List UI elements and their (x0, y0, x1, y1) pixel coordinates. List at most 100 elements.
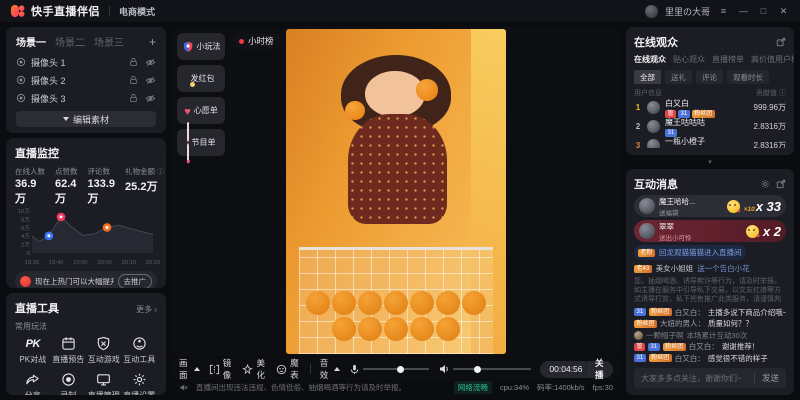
send-button[interactable]: 发送 (754, 372, 779, 384)
chat-input-row: 发送 (634, 368, 786, 388)
tools-more-link[interactable]: 更多 › (136, 304, 157, 315)
right-sidebar: 在线观众 在线观众贴心观众直播榜单高价值用户榜 全部送礼评论观看时长 用户信息 … (626, 27, 794, 395)
pk-icon: PK (26, 336, 40, 351)
speaker-icon[interactable] (438, 363, 450, 375)
scene-tab[interactable]: 场景三 (94, 34, 124, 49)
speaker-mute-icon (179, 383, 188, 392)
promote-button[interactable]: 去推广 (118, 274, 153, 289)
stage-button-shield[interactable]: 小玩法 (177, 33, 225, 60)
viewers-tab[interactable]: 在线观众 (634, 54, 666, 65)
camera-source-row[interactable]: 摄像头 2 (6, 71, 166, 89)
lock-icon[interactable] (129, 57, 138, 67)
viewer-enter-notice: 老粉 回龙观猫猫猫进入直播间 (634, 245, 746, 260)
monitor-stat: 在线人数36.9万 (15, 166, 45, 206)
gifter-name: 翠翠 (659, 221, 692, 232)
maximize-icon[interactable]: □ (757, 6, 770, 16)
monitor-stat: 点赞数62.4万 (55, 166, 78, 206)
scene-tab[interactable]: 场景一 (16, 34, 46, 49)
popout-icon[interactable] (776, 37, 786, 47)
online-viewers-panel: 在线观众 在线观众贴心观众直播榜单高价值用户榜 全部送礼评论观看时长 用户信息 … (626, 27, 794, 155)
viewer-row[interactable]: 2魔王咕咕咕312.8316万 (634, 117, 786, 136)
tool-calendar[interactable]: 直播预告 (51, 336, 87, 365)
svg-text:19:30: 19:30 (25, 260, 40, 266)
viewers-filter[interactable]: 评论 (696, 70, 723, 84)
username[interactable]: 里里の大哥 (665, 5, 710, 18)
hide-source-eye-icon[interactable] (145, 57, 156, 68)
scene-tabs: 场景一场景二场景三 + (6, 27, 166, 53)
svg-text:10万: 10万 (18, 208, 30, 215)
enter-notice-text: 回龙观猫猫猫进入直播间 (659, 247, 742, 258)
stage-button-red-packet[interactable]: 发红包 (177, 65, 225, 92)
mirror-button[interactable]: 镜像 (209, 357, 234, 381)
stage-side-buttons: 小玩法发红包 ♥心愿单 ♥节目单 (177, 33, 225, 156)
viewer-row[interactable]: 1白又白管31粉丝团999.96万 (634, 98, 786, 117)
camera-source-row[interactable]: 摄像头 3 (6, 89, 166, 107)
chat-popout-icon[interactable] (776, 179, 786, 189)
viewers-filter[interactable]: 送礼 (665, 70, 692, 84)
viewers-tab[interactable]: 贴心观众 (673, 54, 705, 65)
edit-material-button[interactable]: 编辑素材 (16, 111, 156, 127)
beauty-button[interactable]: 美化 (242, 357, 267, 381)
tool-record[interactable]: 录制 (51, 372, 87, 395)
message-text: 主播多说下商品介绍哦~ (708, 307, 786, 318)
tool-widget[interactable]: 互动工具 (122, 336, 158, 365)
monitor-stats: 在线人数36.9万点赞数62.4万评论数133.9万礼物金额 ⓘ25.2万 (15, 166, 157, 206)
viewers-tab[interactable]: 高价值用户榜 (751, 54, 794, 65)
camera-icon (16, 57, 26, 67)
rank-number: 3 (634, 141, 642, 148)
viewers-filter[interactable]: 观看时长 (727, 70, 769, 84)
chat-settings-gear-icon[interactable] (760, 179, 770, 189)
hide-source-eye-icon[interactable] (145, 75, 156, 86)
speaker-volume-slider[interactable] (453, 368, 531, 370)
viewer-row[interactable]: 3一瓶小橙子312.8316万 (634, 136, 786, 148)
viewers-filter[interactable]: 全部 (634, 70, 661, 84)
user-avatar[interactable] (645, 5, 658, 18)
tool-pk[interactable]: PKPK对战 (15, 336, 51, 365)
hourly-rank-badge[interactable]: 小时榜 (231, 33, 282, 49)
kiss-emoji-icon (746, 225, 759, 238)
magic-face-icon (276, 364, 287, 375)
col-value-header: 贡献值 (756, 90, 777, 97)
screen-menu-button[interactable]: 画面 (179, 357, 200, 381)
contribution-value: 2.8316万 (754, 140, 786, 148)
tool-game[interactable]: 互动游戏 (86, 336, 122, 365)
sound-effect-button[interactable]: 音效 (320, 357, 341, 381)
lock-icon[interactable] (129, 93, 138, 103)
menu-icon[interactable]: ≡ (717, 6, 730, 16)
fan-badge: 老粉 (638, 249, 655, 257)
divider (109, 6, 110, 16)
end-stream-button[interactable]: 关播 (595, 357, 604, 381)
edit-material-label: 编辑素材 (73, 113, 109, 126)
scene-tab[interactable]: 场景二 (55, 34, 85, 49)
camera-source-row[interactable]: 摄像头 1 (6, 53, 166, 71)
add-scene-icon[interactable]: + (149, 36, 156, 48)
close-icon[interactable]: ✕ (777, 6, 790, 17)
mic-control (349, 364, 429, 375)
stream-timer: 00:04:56 (549, 364, 582, 374)
magic-face-button[interactable]: 魔表 (276, 357, 301, 381)
collapse-caret-icon[interactable]: ▾ (626, 159, 794, 165)
mic-volume-slider[interactable] (363, 368, 429, 370)
tool-label: 互动工具 (123, 354, 155, 365)
gift-multiplier: ×10 (744, 206, 755, 213)
chatter-name: 一颗帽子啊 (646, 330, 684, 341)
gifter-avatar (639, 198, 655, 214)
tool-gear[interactable]: 直播设置 (122, 372, 158, 395)
tool-share[interactable]: 分享 (15, 372, 51, 395)
ecommerce-mode-label[interactable]: 电商模式 (119, 5, 155, 18)
promotion-banner: 现在上热门可以大幅提升直播间人气！ 去推广 (15, 271, 157, 288)
gift-banner: 翠翠 送出小可怜 x 2 (634, 220, 786, 242)
minimize-icon[interactable]: — (737, 6, 750, 16)
stat-label: 点赞数 (55, 166, 78, 177)
viewers-tab[interactable]: 直播榜单 (712, 54, 744, 65)
stage-button-heart[interactable]: ♥心愿单 (177, 97, 225, 124)
gifter-name: 美女小姐姐 (656, 263, 694, 274)
chatter-name: 大妞的男人： (660, 318, 705, 329)
svg-text:20:20: 20:20 (146, 260, 161, 266)
hide-source-eye-icon[interactable] (145, 93, 156, 104)
stage-button-playlist[interactable]: ♥节目单 (177, 129, 225, 156)
microphone-icon[interactable] (349, 364, 360, 375)
chat-input[interactable] (641, 374, 748, 383)
lock-icon[interactable] (129, 75, 138, 85)
tool-screen[interactable]: 直播管理 (86, 372, 122, 395)
